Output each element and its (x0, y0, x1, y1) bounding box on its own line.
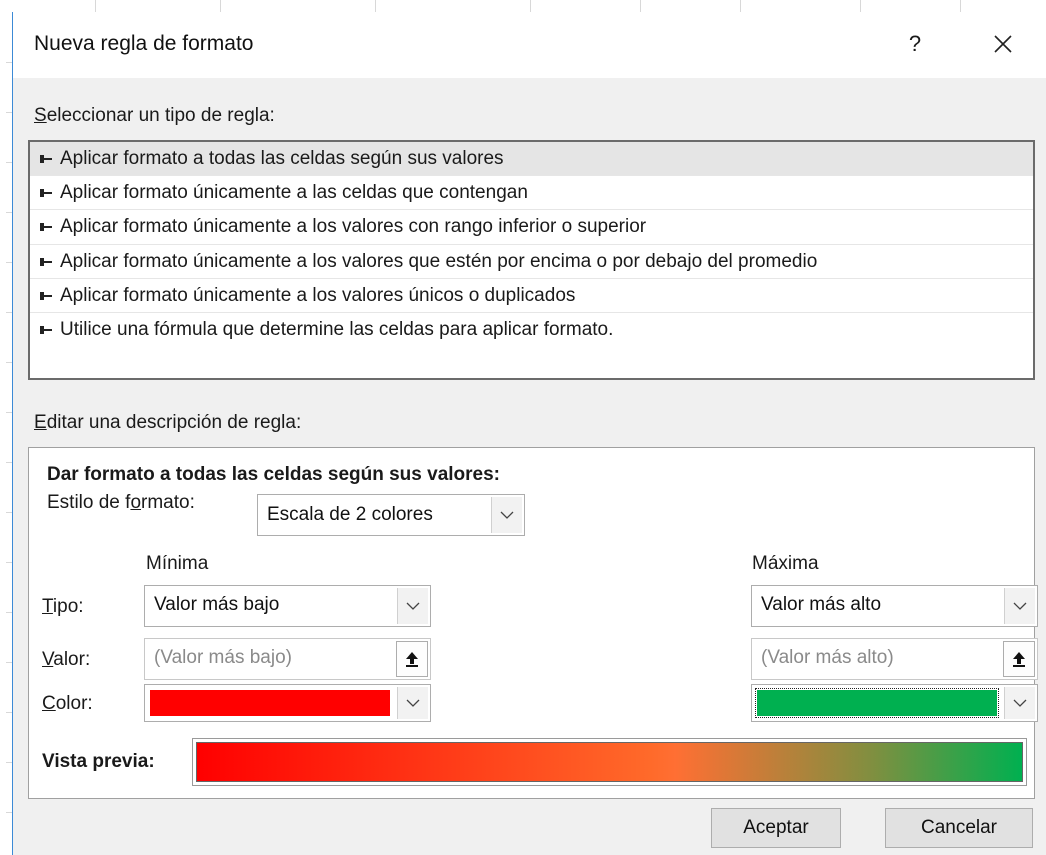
column-divider (960, 0, 961, 12)
close-icon (994, 35, 1012, 53)
maximum-color-swatch (755, 688, 999, 718)
rule-type-item-label: Aplicar formato únicamente a los valores… (60, 284, 576, 306)
column-divider (740, 0, 741, 12)
column-divider (95, 0, 96, 12)
color-label-text: olor: (55, 693, 93, 714)
column-divider (860, 0, 861, 12)
maximum-value-placeholder: (Valor más alto) (761, 647, 894, 668)
rule-type-accelerator: S (34, 105, 47, 126)
arrow-bullet-icon (40, 291, 52, 300)
rule-type-label-text: eleccionar un tipo de regla: (46, 105, 275, 126)
format-style-label-b: rmato: (141, 492, 195, 513)
rule-description-panel: Dar formato a todas las celdas según sus… (28, 447, 1038, 799)
format-style-value: Escala de 2 colores (267, 504, 433, 525)
minimum-value-input[interactable]: (Valor más bajo) (144, 638, 431, 680)
rule-type-list[interactable]: Aplicar formato a todas las celdas según… (28, 140, 1035, 380)
help-button[interactable]: ? (893, 26, 937, 62)
color-scale-preview (192, 738, 1027, 786)
arrow-bullet-icon (40, 154, 52, 163)
format-style-accelerator: o (130, 492, 142, 513)
rule-type-item[interactable]: Aplicar formato únicamente a los valores… (30, 279, 1033, 313)
maximum-value-input[interactable]: (Valor más alto) (751, 638, 1038, 680)
maximum-type-dropdown-button[interactable] (1004, 588, 1035, 624)
value-label: Valor: (42, 649, 90, 671)
chevron-down-icon (1013, 602, 1027, 610)
type-label: Tipo: (42, 596, 84, 618)
chevron-down-icon (1013, 699, 1027, 707)
arrow-bullet-icon (40, 189, 52, 198)
minimum-color-swatch (150, 690, 390, 716)
minimum-type-dropdown-button[interactable] (397, 588, 428, 624)
value-label-text: alor: (53, 649, 91, 670)
format-style-combo[interactable]: Escala de 2 colores (257, 494, 525, 536)
value-accelerator: V (42, 649, 54, 670)
upload-arrow-icon (406, 652, 418, 667)
format-style-dropdown-button[interactable] (491, 497, 522, 533)
arrow-bullet-icon (40, 325, 52, 334)
minimum-value-range-picker-button[interactable] (396, 641, 428, 677)
chevron-down-icon (500, 511, 514, 519)
column-divider (375, 0, 376, 12)
minimum-value-placeholder: (Valor más bajo) (154, 647, 292, 668)
maximum-type-value: Valor más alto (761, 594, 882, 615)
rule-type-item-label: Aplicar formato únicamente a los valores… (60, 216, 647, 238)
dialog-titlebar: Nueva regla de formato ? (13, 12, 1046, 78)
cancel-button[interactable]: Cancelar (885, 808, 1033, 848)
upload-arrow-icon (1013, 652, 1025, 667)
rule-type-item[interactable]: Aplicar formato únicamente a los valores… (30, 245, 1033, 279)
column-divider (530, 0, 531, 12)
rule-description-accelerator: E (34, 412, 47, 433)
maximum-header: Máxima (752, 553, 819, 574)
color-accelerator: C (42, 693, 56, 714)
rule-type-item[interactable]: Aplicar formato únicamente a las celdas … (30, 176, 1033, 211)
minimum-header: Mínima (146, 553, 209, 574)
type-label-text: ipo: (52, 596, 84, 617)
maximum-color-dropdown-button[interactable] (1004, 687, 1035, 719)
arrow-bullet-icon (40, 223, 52, 232)
minimum-type-combo[interactable]: Valor más bajo (144, 585, 431, 627)
column-divider (220, 0, 221, 12)
new-format-rule-dialog: Nueva regla de formato ? Seleccionar un … (12, 12, 1046, 855)
column-divider (640, 0, 641, 12)
spreadsheet-row-strip (0, 12, 12, 855)
close-button[interactable] (981, 26, 1025, 62)
chevron-down-icon (406, 699, 420, 707)
minimum-type-value: Valor más bajo (154, 594, 280, 615)
type-accelerator: T (42, 596, 53, 617)
rule-type-item-label: Aplicar formato únicamente a las celdas … (60, 182, 528, 204)
rule-type-item-label: Aplicar formato únicamente a los valores… (60, 250, 818, 272)
chevron-down-icon (406, 602, 420, 610)
minimum-color-dropdown-button[interactable] (397, 687, 428, 719)
maximum-color-picker[interactable] (751, 684, 1038, 722)
preview-label: Vista previa: (42, 751, 155, 772)
ok-button[interactable]: Aceptar (711, 808, 841, 848)
rule-type-section-label: Seleccionar un tipo de regla: (34, 105, 275, 127)
minimum-color-picker[interactable] (144, 684, 431, 722)
format-style-label-a: Estilo de f (47, 492, 131, 513)
maximum-type-combo[interactable]: Valor más alto (751, 585, 1038, 627)
dialog-title: Nueva regla de formato (34, 32, 254, 55)
arrow-bullet-icon (40, 257, 52, 266)
rule-type-item-selected[interactable]: Aplicar formato a todas las celdas según… (30, 142, 1033, 177)
rule-description-label-text: ditar una descripción de regla: (46, 412, 302, 433)
rule-type-item[interactable]: Aplicar formato únicamente a los valores… (30, 210, 1033, 245)
format-style-label: Estilo de formato: (47, 492, 195, 514)
maximum-value-range-picker-button[interactable] (1003, 641, 1035, 677)
rule-type-item[interactable]: Utilice una fórmula que determine las ce… (30, 313, 1033, 347)
rule-description-section-label: Editar una descripción de regla: (34, 412, 301, 434)
color-scale-gradient (196, 742, 1023, 782)
color-label: Color: (42, 693, 93, 715)
rule-type-item-label: Aplicar formato a todas las celdas según… (60, 148, 504, 169)
description-heading: Dar formato a todas las celdas según sus… (47, 464, 501, 485)
rule-type-item-label: Utilice una fórmula que determine las ce… (60, 318, 614, 340)
